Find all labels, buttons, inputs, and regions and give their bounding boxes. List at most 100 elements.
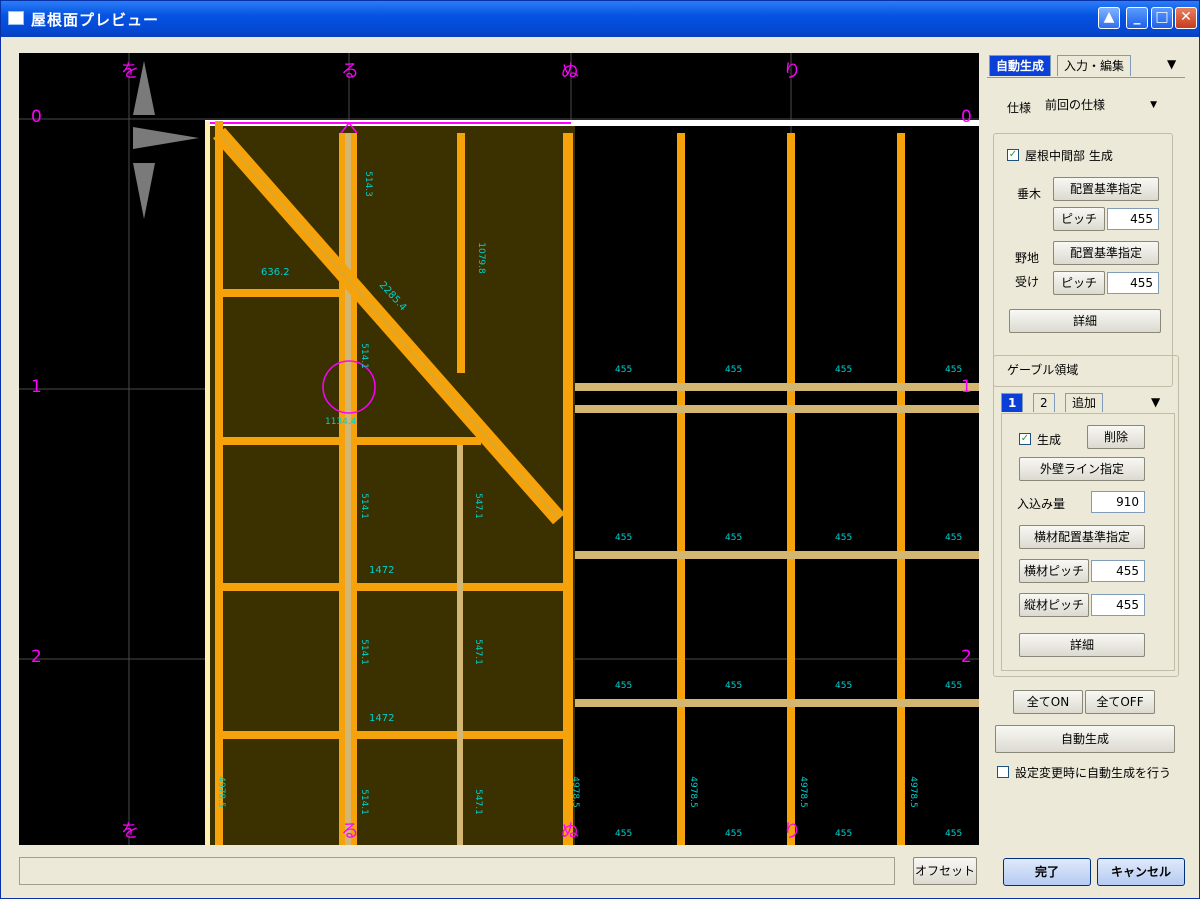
dim-text: 547.1 [472, 789, 483, 815]
tab-divider [987, 77, 1185, 78]
pitch-text: 455 [615, 829, 633, 839]
dim-text: 1472 [369, 713, 395, 724]
gable-tab-2[interactable]: 2 [1033, 393, 1055, 412]
pitch-text: 455 [835, 829, 853, 839]
pitch-text: 455 [945, 533, 963, 543]
arrow-down-icon [133, 163, 155, 219]
taruki-pitch-input[interactable]: 455 [1107, 208, 1159, 230]
done-button[interactable]: 完了 [1003, 858, 1091, 886]
gable-tab-1[interactable]: 1 [1001, 393, 1024, 412]
dim-text: 1472 [369, 565, 395, 576]
nav-arrows[interactable] [133, 61, 199, 219]
pitch-text: 455 [945, 365, 963, 375]
col-label: を [121, 821, 139, 842]
horizontal-pitch-input[interactable]: 455 [1091, 560, 1145, 582]
pitch-text: 455 [945, 829, 963, 839]
col-label: り [783, 61, 801, 82]
inset-label: 入込み量 [1017, 497, 1066, 511]
pitch-text: 455 [725, 681, 743, 691]
app-icon [8, 11, 24, 25]
offset-button[interactable]: オフセット [913, 857, 977, 885]
tab-auto-generate[interactable]: 自動生成 [989, 55, 1052, 76]
pitch-text: 455 [725, 829, 743, 839]
row-label: 2 [961, 647, 972, 667]
row-label: 0 [961, 107, 972, 127]
settings-panel: 自動生成 入力・編集 ▼ 仕様 前回の仕様 ▼ ✓ 屋根中間部 生成 垂木 配置… [987, 53, 1187, 853]
dim-text: 514.1 [358, 639, 369, 665]
pitch-text: 455 [725, 533, 743, 543]
row-label: 2 [31, 647, 42, 667]
col-label: ぬ [561, 821, 579, 842]
gable-generate-label: 生成 [1037, 433, 1062, 447]
noji-label-2: 受け [1015, 275, 1040, 289]
rafters-right [677, 133, 905, 845]
minimize-button[interactable]: _ [1126, 7, 1148, 29]
dim-text: 547.1 [472, 493, 483, 519]
gable-menu-icon[interactable]: ▼ [1151, 395, 1160, 409]
outer-wall-button[interactable]: 外壁ライン指定 [1019, 457, 1145, 481]
close-button[interactable]: ✕ [1175, 7, 1197, 29]
dim-text: 514.1 [358, 789, 369, 815]
taruki-label: 垂木 [1017, 187, 1042, 201]
maximize-button[interactable]: □ [1151, 7, 1173, 29]
roof-preview-canvas[interactable]: を る ぬ り を る ぬ り 0 1 2 0 1 2 514.3 1079.8… [19, 53, 979, 845]
status-bar [19, 857, 895, 885]
auto-generate-button[interactable]: 自動生成 [995, 725, 1175, 753]
roof-mid-checkbox[interactable]: ✓ [1007, 149, 1019, 161]
tab-menu-icon[interactable]: ▼ [1167, 57, 1176, 71]
pitch-text: 455 [835, 681, 853, 691]
gable-detail-button[interactable]: 詳細 [1019, 633, 1145, 657]
col-label: を [121, 61, 139, 82]
col-label: り [783, 821, 801, 842]
roof-mid-label: 屋根中間部 生成 [1025, 149, 1113, 163]
pitch-text: 455 [835, 365, 853, 375]
horizontal-ref-button[interactable]: 横材配置基準指定 [1019, 525, 1145, 549]
vertical-pitch-button[interactable]: 縦材ピッチ [1019, 593, 1089, 617]
all-on-button[interactable]: 全てON [1013, 690, 1083, 714]
taruki-pitch-button[interactable]: ピッチ [1053, 207, 1105, 231]
dim-text: 4978.5 [907, 776, 918, 808]
pitch-text: 455 [615, 533, 633, 543]
row-label: 1 [961, 377, 972, 397]
cancel-button[interactable]: キャンセル [1097, 858, 1185, 886]
auto-on-change-checkbox[interactable] [997, 766, 1009, 778]
horizontal-pitch-button[interactable]: 横材ピッチ [1019, 559, 1089, 583]
battens-right [575, 383, 979, 707]
dim-text: 514.1 [358, 493, 369, 519]
inset-input[interactable]: 910 [1091, 491, 1145, 513]
pitch-text: 455 [835, 533, 853, 543]
col-label: る [341, 821, 359, 842]
dim-text: 1079.8 [475, 242, 486, 274]
noji-placement-button[interactable]: 配置基準指定 [1053, 241, 1159, 265]
taruki-placement-button[interactable]: 配置基準指定 [1053, 177, 1159, 201]
delete-button[interactable]: 削除 [1087, 425, 1145, 449]
dim-text: 4978.5 [215, 776, 226, 808]
row-label: 0 [31, 107, 42, 127]
col-label: ぬ [561, 61, 579, 82]
left-edge [205, 121, 210, 845]
pitch-text: 455 [725, 365, 743, 375]
tab-input-edit[interactable]: 入力・編集 [1057, 55, 1132, 76]
title-bar[interactable]: 屋根面プレビュー ▲ _ □ ✕ [1, 1, 1199, 37]
gable-tab-add[interactable]: 追加 [1065, 393, 1104, 412]
noji-label: 野地 [1015, 251, 1040, 265]
spec-select[interactable]: 前回の仕様 ▼ [1041, 95, 1163, 117]
preview-window: 屋根面プレビュー ▲ _ □ ✕ を る ぬ り を る ぬ り 0 1 2 0… [0, 0, 1200, 899]
dim-text: 4978.5 [687, 776, 698, 808]
dim-text: 4978.5 [797, 776, 808, 808]
all-off-button[interactable]: 全てOFF [1085, 690, 1155, 714]
window-title: 屋根面プレビュー [31, 11, 160, 29]
detail-button[interactable]: 詳細 [1009, 309, 1161, 333]
gable-generate-checkbox[interactable]: ✓ [1019, 433, 1031, 445]
dim-text: 547.1 [472, 639, 483, 665]
dim-text: 514.1 [358, 343, 369, 369]
help-button[interactable]: ▲ [1098, 7, 1120, 29]
spec-label: 仕様 [1007, 101, 1032, 115]
col-label: る [341, 61, 359, 82]
gable-group-label: ゲーブル領域 [1007, 361, 1079, 378]
noji-pitch-button[interactable]: ピッチ [1053, 271, 1105, 295]
dim-text: 1134.4 [325, 417, 357, 427]
noji-pitch-input[interactable]: 455 [1107, 272, 1159, 294]
dim-text: 636.2 [261, 267, 290, 278]
vertical-pitch-input[interactable]: 455 [1091, 594, 1145, 616]
